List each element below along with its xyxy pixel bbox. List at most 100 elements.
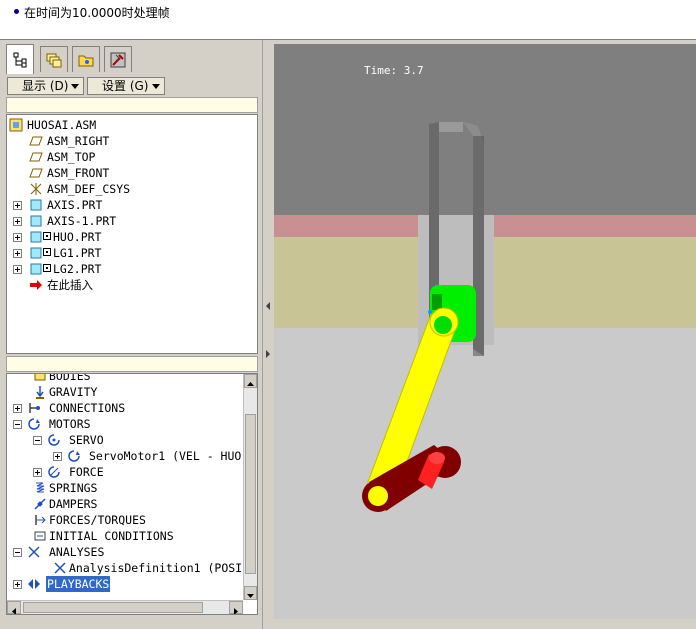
tree-item-connections[interactable]: CONNECTIONS [13,400,253,416]
tree-item-playbacks[interactable]: PLAYBACKS [13,576,253,592]
tree-item-analysis-definition1[interactable]: AnalysisDefinition1 (POSI [53,560,253,576]
insert-arrow-icon [30,280,42,290]
part-icon [30,231,42,243]
tree-item-label: SERVO [69,433,104,447]
chevron-right-icon [234,608,238,614]
chevron-down-icon [247,594,254,598]
tab-folder-browser[interactable] [72,46,100,72]
tree-item-servo[interactable]: SERVO [33,432,253,448]
expand-icon[interactable] [13,580,22,589]
datum-plane-icon [29,168,43,178]
scroll-up-button[interactable] [244,374,257,388]
collapse-icon[interactable] [33,436,42,445]
force-motor-icon [48,466,60,478]
connections-icon [29,403,40,413]
tree-item-label: FORCE [69,465,104,479]
tree-item-huo[interactable]: HUO.PRT [13,229,253,245]
tab-favorites[interactable] [104,46,132,72]
rod-big-end [368,486,388,506]
collapse-icon[interactable] [13,548,22,557]
tree-item-label: ANALYSES [49,545,105,559]
part-icon [30,263,42,275]
expand-icon[interactable] [13,404,22,413]
tree-item-label: ASM_DEF_CSYS [47,182,131,196]
chevron-down-icon [71,84,79,89]
coordinate-system-icon [30,183,42,195]
tools-icon [110,52,126,67]
tree-item-label: DAMPERS [49,497,98,511]
gravity-icon [36,386,44,399]
piston-slot [432,294,442,310]
tree-item-label: LG1.PRT [53,246,102,260]
model-tree-icon [13,52,27,67]
tree-item-label: FORCES/TORQUES [49,513,146,527]
expand-icon[interactable] [13,201,22,210]
status-message: 在时间为10.0000时处理帧 [24,6,170,20]
force-torque-icon [35,515,46,525]
tree-item-label: LG2.PRT [53,262,102,276]
model-tree: HUOSAI.ASM ASM_RIGHT ASM_TOP ASM_FRONT A… [6,114,258,354]
tree-item-lg1[interactable]: LG1.PRT [13,245,253,261]
scroll-thumb-horizontal[interactable] [23,602,203,613]
folder-icon [78,55,94,66]
expand-icon[interactable] [13,249,22,258]
model-tree-filter-bar[interactable] [6,97,258,113]
tree-item-label: BODIES [49,373,91,383]
tree-item-motors[interactable]: MOTORS [13,416,253,432]
scroll-left-button[interactable] [7,601,21,614]
bodies-icon [34,374,46,381]
datum-plane-icon [29,152,43,162]
tree-item-label: 在此插入 [47,278,93,292]
joint-marker [428,310,432,314]
tree-item-label: AXIS.PRT [47,198,103,212]
motors-icon [28,418,40,430]
expand-icon[interactable] [13,217,22,226]
scroll-right-button[interactable] [229,601,243,614]
collapse-icon[interactable] [13,420,22,429]
show-dropdown[interactable]: 显示 (D) [7,77,84,95]
tree-item-analyses[interactable]: ANALYSES [13,544,253,560]
ground-plane [274,328,696,619]
tree-item-axis-1[interactable]: AXIS-1.PRT [13,213,253,229]
chevron-down-icon [152,84,160,89]
tree-item-axis[interactable]: AXIS.PRT [13,197,253,213]
expand-icon[interactable] [13,265,22,274]
tree-item-label: ASM_FRONT [47,166,110,180]
expand-right-icon[interactable] [264,346,272,362]
cylinder-top-rim [439,122,463,132]
layers-icon [46,53,62,67]
scroll-thumb[interactable] [245,414,256,574]
graphics-window[interactable]: Time: 3.7 [274,44,696,619]
mechanism-tree: BODIES GRAVITY CONNECTIONS MOTORS SERVO … [6,373,258,615]
tree-item-servomotor1[interactable]: ServoMotor1 (VEL - HUO [53,448,253,464]
bullet-icon [14,9,19,14]
expand-icon[interactable] [33,468,42,477]
playback-icon [28,579,40,589]
assembly-icon [9,118,23,132]
tree-item-label: MOTORS [49,417,91,431]
navigator-tabs [4,44,260,74]
crank-pin-face [429,452,445,464]
mech-tree-filter-bar[interactable] [6,356,258,372]
tree-item-label: HUO.PRT [53,230,102,244]
servo-motor-icon [68,450,80,462]
horizontal-scrollbar[interactable] [7,600,243,614]
tree-item-label: SPRINGS [49,481,98,495]
scroll-down-button[interactable] [244,586,257,600]
panel-splitter[interactable] [262,40,274,629]
expand-icon[interactable] [53,452,62,461]
vertical-scrollbar[interactable] [243,374,257,600]
expand-icon[interactable] [13,233,22,242]
damper-icon [34,498,46,510]
tab-model-tree[interactable] [6,44,34,74]
tree-item-label: AXIS-1.PRT [47,214,117,228]
tree-item-label: INITIAL CONDITIONS [49,529,174,543]
tab-layers[interactable] [40,46,68,72]
packaged-icon [43,264,51,272]
collapse-left-icon[interactable] [264,298,272,314]
tree-item-label: HUOSAI.ASM [27,118,97,132]
show-dropdown-label: 显示 (D) [22,79,69,93]
tree-item-force[interactable]: FORCE [33,464,253,480]
settings-dropdown[interactable]: 设置 (G) [87,77,165,95]
tree-item-lg2[interactable]: LG2.PRT [13,261,253,277]
